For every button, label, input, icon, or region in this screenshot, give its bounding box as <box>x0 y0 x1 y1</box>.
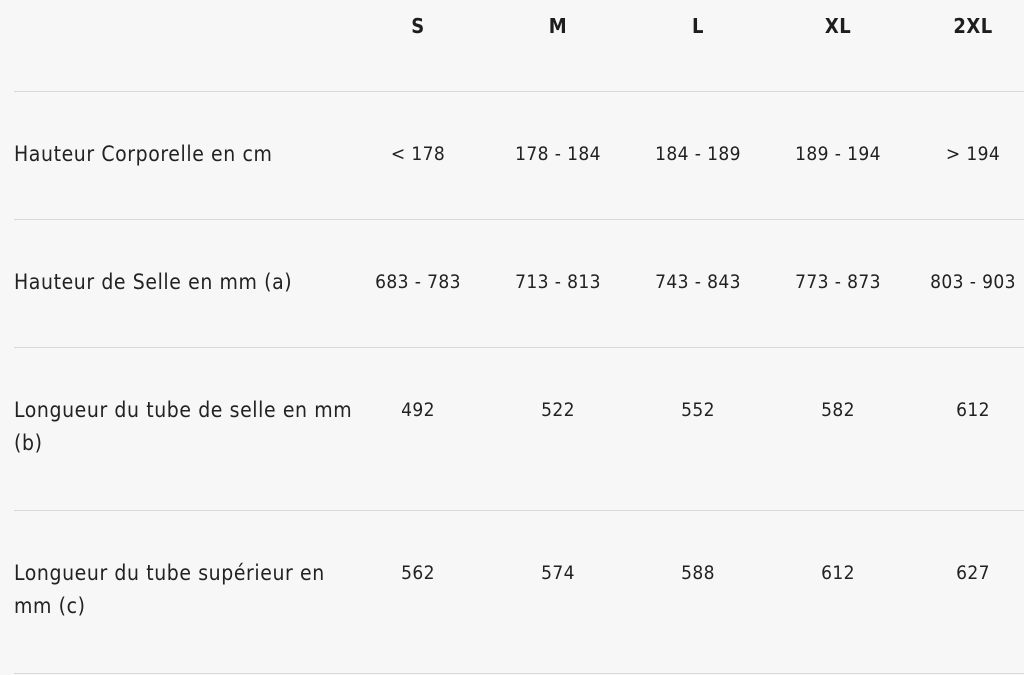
size-chart-table: S M L XL 2XL Hauteur Corporelle en cm < … <box>0 0 1024 675</box>
size-header-row: S M L XL 2XL <box>0 0 1024 91</box>
table-cell: > 194 <box>945 143 1001 165</box>
row-label: Hauteur Corporelle en cm <box>14 142 273 166</box>
row-divider <box>14 347 1024 348</box>
table-cell: 522 <box>541 399 575 421</box>
table-cell: 178 - 184 <box>515 143 601 165</box>
table-cell: 189 - 194 <box>795 143 881 165</box>
table-cell: 743 - 843 <box>655 271 741 293</box>
table-cell: < 178 <box>390 143 446 165</box>
row-divider <box>14 219 1024 220</box>
table-cell: 582 <box>821 399 855 421</box>
table-cell: 773 - 873 <box>795 271 881 293</box>
size-header-xl: XL <box>824 14 852 38</box>
row-divider <box>14 510 1024 511</box>
table-cell: 562 <box>401 562 435 584</box>
table-cell: 552 <box>681 399 715 421</box>
size-header-l: L <box>692 14 704 38</box>
table-cell: 492 <box>401 399 435 421</box>
table-cell: 574 <box>541 562 575 584</box>
row-label: Longueur du tube supérieur en mm (c) <box>14 561 325 618</box>
table-cell: 184 - 189 <box>655 143 741 165</box>
table-cell: 612 <box>956 399 990 421</box>
row-divider <box>14 673 1024 674</box>
table-cell: 627 <box>956 562 990 584</box>
table-cell: 803 - 903 <box>930 271 1016 293</box>
size-header-m: M <box>548 14 568 38</box>
table-cell: 612 <box>821 562 855 584</box>
row-label: Longueur du tube de selle en mm (b) <box>14 398 353 455</box>
row-label: Hauteur de Selle en mm (a) <box>14 270 293 294</box>
size-header-s: S <box>411 14 425 38</box>
size-header-2xl: 2XL <box>953 14 993 38</box>
table-cell: 683 - 783 <box>375 271 461 293</box>
table-cell: 588 <box>681 562 715 584</box>
table-cell: 713 - 813 <box>515 271 601 293</box>
row-divider <box>14 91 1024 92</box>
